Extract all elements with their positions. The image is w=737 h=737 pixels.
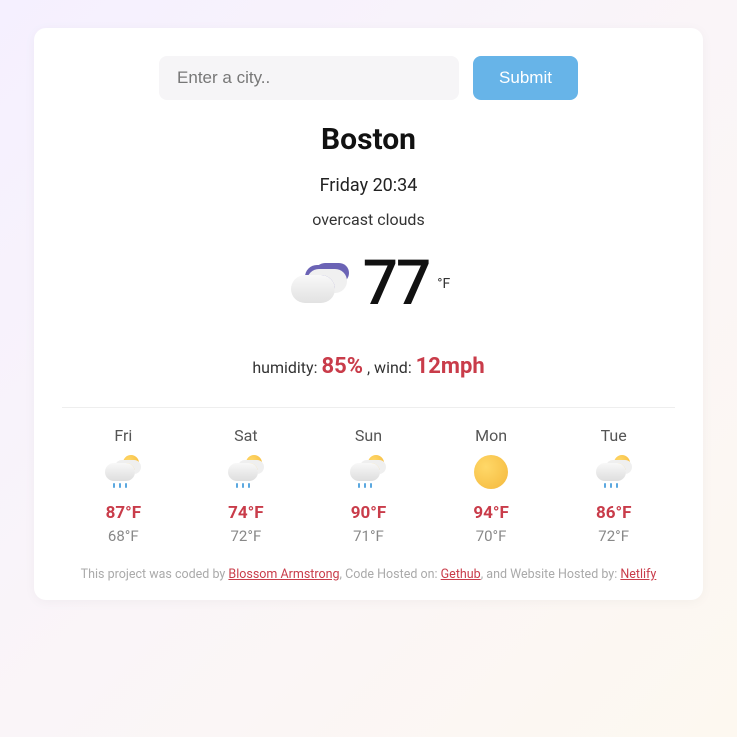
forecast-high: 86°F xyxy=(569,503,659,523)
rain-sun-icon xyxy=(594,455,634,491)
city-name: Boston xyxy=(62,122,675,157)
forecast-day: Sun 90°F 71°F xyxy=(323,426,413,545)
humidity-label: humidity: xyxy=(252,358,317,377)
forecast-row: Fri 87°F 68°F Sat 74°F 72°F Sun 90°F 71°F Mon 94°F… xyxy=(62,426,675,545)
wind-value: 12mph xyxy=(416,354,485,379)
forecast-day: Sat 74°F 72°F xyxy=(201,426,291,545)
forecast-day-name: Tue xyxy=(569,426,659,445)
forecast-day: Fri 87°F 68°F xyxy=(78,426,168,545)
forecast-low: 72°F xyxy=(569,527,659,545)
rain-sun-icon xyxy=(348,455,388,491)
forecast-low: 68°F xyxy=(78,527,168,545)
rain-sun-icon xyxy=(226,455,266,491)
forecast-day-name: Sat xyxy=(201,426,291,445)
footer-credits: This project was coded by Blossom Armstr… xyxy=(62,567,675,582)
forecast-high: 94°F xyxy=(446,503,536,523)
condition-text: overcast clouds xyxy=(62,210,675,229)
forecast-low: 72°F xyxy=(201,527,291,545)
forecast-day: Tue 86°F 72°F xyxy=(569,426,659,545)
forecast-day-name: Sun xyxy=(323,426,413,445)
overcast-clouds-icon xyxy=(287,259,349,309)
weather-card: Submit Boston Friday 20:34 overcast clou… xyxy=(34,28,703,600)
forecast-high: 74°F xyxy=(201,503,291,523)
submit-button[interactable]: Submit xyxy=(473,56,578,100)
city-search-input[interactable] xyxy=(159,56,459,100)
wind-label: , wind: xyxy=(367,358,412,377)
forecast-day: Mon 94°F 70°F xyxy=(446,426,536,545)
repo-link[interactable]: Gethub xyxy=(441,567,481,582)
sun-icon xyxy=(471,455,511,491)
datetime: Friday 20:34 xyxy=(62,175,675,196)
divider xyxy=(62,407,675,408)
rain-sun-icon xyxy=(103,455,143,491)
current-weather: 77 °F xyxy=(62,247,675,320)
forecast-high: 87°F xyxy=(78,503,168,523)
forecast-low: 71°F xyxy=(323,527,413,545)
temp-unit: °F xyxy=(437,276,450,292)
current-temp: 77 xyxy=(363,247,429,320)
forecast-day-name: Mon xyxy=(446,426,536,445)
footer-text: This project was coded by xyxy=(81,567,229,582)
host-link[interactable]: Netlify xyxy=(620,567,656,582)
footer-text: , and Website Hosted by: xyxy=(481,567,621,582)
humidity-value: 85% xyxy=(321,354,363,379)
forecast-high: 90°F xyxy=(323,503,413,523)
author-link[interactable]: Blossom Armstrong xyxy=(228,567,339,582)
footer-text: , Code Hosted on: xyxy=(340,567,441,582)
weather-meta: humidity: 85% , wind: 12mph xyxy=(62,354,675,379)
forecast-low: 70°F xyxy=(446,527,536,545)
search-row: Submit xyxy=(62,56,675,100)
forecast-day-name: Fri xyxy=(78,426,168,445)
